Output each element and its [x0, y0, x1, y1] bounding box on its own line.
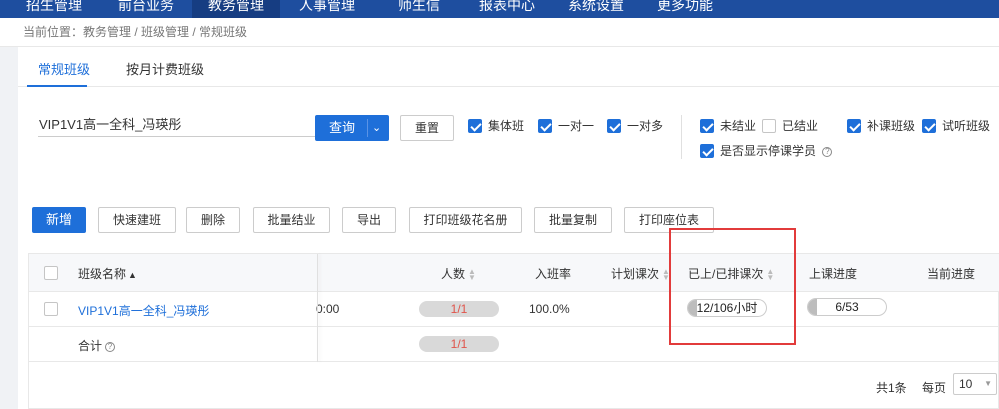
total-row: 合计? 1/1 — [29, 327, 999, 362]
header-class-name[interactable]: 班级名称 ▲ — [78, 265, 137, 282]
print-roster-button[interactable]: 打印班级花名册 — [409, 207, 522, 233]
class-progress-bar: 6/53 — [807, 298, 887, 316]
filter-divider — [681, 115, 682, 159]
nav-item-settings[interactable]: 系统设置 — [552, 0, 640, 18]
checkbox-graduated[interactable]: 已结业 — [762, 118, 818, 134]
row-time-fragment: 0:00 — [316, 302, 340, 316]
checkbox-not-graduated[interactable]: 未结业 — [700, 118, 756, 134]
checkbox-icon[interactable] — [922, 119, 936, 133]
nav-item-front-desk[interactable]: 前台业务 — [102, 0, 190, 18]
batch-graduate-button[interactable]: 批量结业 — [253, 207, 330, 233]
query-button-divider — [367, 119, 368, 137]
checkbox-label: 集体班 — [488, 119, 525, 133]
checkbox-group-class[interactable]: 集体班 — [468, 118, 524, 134]
per-page-value: 10 — [959, 377, 973, 391]
chevron-down-icon[interactable]: ⌄ — [372, 115, 381, 141]
class-table: 班级名称 ▲ 人数 ▲ ▼ 入班率 计划课次 ▲ ▼ 已上/已排课次 ▲ ▼ 上课进度 当前进… — [28, 253, 999, 409]
nav-item-reports[interactable]: 报表中心 — [463, 0, 551, 18]
left-gutter — [0, 47, 18, 409]
help-icon[interactable]: ? — [105, 341, 116, 352]
checkbox-makeup-class[interactable]: 补课班级 — [847, 118, 915, 134]
class-progress-text: 6/53 — [835, 300, 859, 314]
main-panel: 常规班级 按月计费班级 VIP1V1高一全科_冯瑛彤 查询 ⌄ 重置 集体班 一… — [18, 47, 999, 409]
checkbox-label: 试听班级 — [942, 119, 991, 133]
reset-button[interactable]: 重置 — [400, 115, 454, 141]
nav-item-enrollment[interactable]: 招生管理 — [10, 0, 98, 18]
highlight-box — [669, 228, 796, 345]
header-progress: 上课进度 — [809, 267, 858, 281]
checkbox-icon[interactable] — [468, 119, 482, 133]
new-button[interactable]: 新增 — [32, 207, 86, 233]
header-label: 班级名称 — [78, 267, 127, 281]
checkbox-icon[interactable] — [847, 119, 861, 133]
breadcrumb: 当前位置：教务管理 / 班级管理 / 常规班级 — [0, 18, 999, 47]
checkbox-label: 已结业 — [782, 119, 819, 133]
checkbox-label: 是否显示停课学员 — [720, 144, 817, 158]
header-count[interactable]: 人数 ▲ ▼ — [441, 265, 476, 282]
query-button-label: 查询 — [329, 120, 356, 135]
checkbox-label: 未结业 — [720, 119, 757, 133]
checkbox-label: 一对一 — [558, 119, 595, 133]
table-header: 班级名称 ▲ 人数 ▲ ▼ 入班率 计划课次 ▲ ▼ 已上/已排课次 ▲ ▼ 上课进度 当前进… — [29, 254, 999, 292]
enroll-rate: 100.0% — [529, 302, 570, 316]
export-button[interactable]: 导出 — [342, 207, 396, 233]
per-page-label: 每页 — [922, 381, 947, 395]
checkbox-label: 补课班级 — [867, 119, 916, 133]
quick-create-button[interactable]: 快速建班 — [98, 207, 176, 233]
top-nav: 招生管理 前台业务 教务管理 人事管理 师生信 报表中心 系统设置 更多功能 — [0, 0, 999, 18]
select-all-checkbox[interactable] — [44, 266, 58, 280]
class-search-input[interactable]: VIP1V1高一全科_冯瑛彤 — [38, 113, 315, 137]
row-checkbox[interactable] — [44, 302, 58, 316]
active-tab-indicator — [27, 85, 87, 87]
nav-item-teacher-student[interactable]: 师生信 — [382, 0, 456, 18]
nav-item-academic[interactable]: 教务管理 — [192, 0, 280, 18]
total-label: 合计? — [78, 337, 116, 354]
chevron-down-icon: ▼ — [984, 379, 992, 388]
class-name-link[interactable]: VIP1V1高一全科_冯瑛彤 — [78, 302, 209, 319]
batch-copy-button[interactable]: 批量复制 — [534, 207, 612, 233]
checkbox-icon[interactable] — [700, 144, 714, 158]
header-current: 当前进度 — [927, 267, 976, 281]
total-count-badge: 1/1 — [419, 336, 499, 352]
sort-asc-icon[interactable]: ▲ — [128, 270, 137, 280]
total-label-text: 合计 — [78, 339, 103, 353]
nav-item-more[interactable]: 更多功能 — [641, 0, 729, 18]
delete-button[interactable]: 删除 — [186, 207, 240, 233]
checkbox-trial-class[interactable]: 试听班级 — [922, 118, 990, 134]
sort-icon[interactable]: ▲ ▼ — [468, 267, 476, 281]
header-rate: 入班率 — [535, 267, 572, 281]
query-button[interactable]: 查询 ⌄ — [315, 115, 389, 141]
header-label: 人数 — [441, 267, 466, 281]
help-icon[interactable]: ? — [822, 146, 833, 157]
checkbox-one-on-one[interactable]: 一对一 — [538, 118, 594, 134]
checkbox-label: 一对多 — [627, 119, 664, 133]
per-page-select[interactable]: 10 ▼ — [953, 373, 997, 395]
checkbox-icon[interactable] — [538, 119, 552, 133]
checkbox-show-stopped[interactable]: 是否显示停课学员 ? — [700, 143, 833, 159]
nav-item-hr[interactable]: 人事管理 — [283, 0, 371, 18]
checkbox-icon[interactable] — [607, 119, 621, 133]
total-count-text: 共1条 — [876, 381, 907, 395]
checkbox-icon[interactable] — [762, 119, 776, 133]
checkbox-icon[interactable] — [700, 119, 714, 133]
tab-monthly-class[interactable]: 按月计费班级 — [126, 59, 204, 78]
table-row[interactable]: VIP1V1高一全科_冯瑛彤 0:00 1/1 100.0% 12/106小时 … — [29, 292, 999, 327]
tab-bar: 常规班级 按月计费班级 — [18, 47, 999, 87]
frozen-column-edge — [317, 254, 318, 362]
count-badge: 1/1 — [419, 301, 499, 317]
checkbox-one-to-many[interactable]: 一对多 — [607, 118, 663, 134]
tab-regular-class[interactable]: 常规班级 — [38, 59, 90, 78]
header-planned[interactable]: 计划课次 ▲ ▼ — [611, 265, 670, 282]
header-label: 计划课次 — [611, 267, 660, 281]
